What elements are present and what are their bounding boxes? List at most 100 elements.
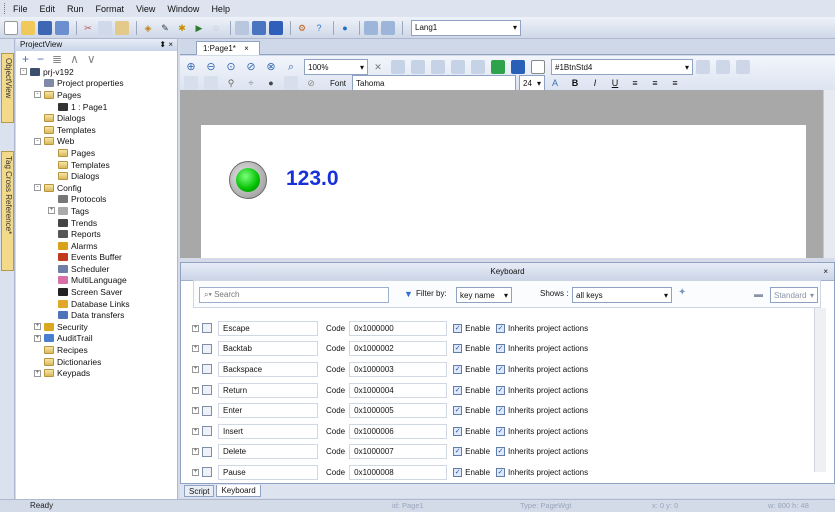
- ungroup-icon[interactable]: [411, 60, 425, 74]
- paste-icon[interactable]: [115, 20, 129, 35]
- window-icon[interactable]: [269, 20, 283, 35]
- key-name[interactable]: Enter: [218, 403, 318, 419]
- tree-node[interactable]: Recipes: [16, 344, 177, 356]
- expand-icon[interactable]: +: [48, 207, 55, 215]
- tree-node[interactable]: Alarms: [16, 240, 177, 252]
- tree-node[interactable]: Trends: [16, 217, 177, 229]
- key-code[interactable]: 0x1000004: [349, 382, 448, 398]
- enable-checkbox[interactable]: ✓: [453, 385, 463, 395]
- key-name[interactable]: Delete: [218, 444, 318, 460]
- move-down-icon[interactable]: ∨: [87, 52, 96, 66]
- inherits-checkbox[interactable]: ✓: [496, 467, 506, 477]
- zoom-reset-icon[interactable]: ⌕: [284, 60, 298, 74]
- italic-icon[interactable]: I: [588, 76, 602, 90]
- key-code[interactable]: 0x1000000: [349, 320, 448, 336]
- disable-icon[interactable]: ⊘: [304, 76, 318, 90]
- enable-checkbox[interactable]: ✓: [453, 447, 463, 457]
- key-name[interactable]: Backspace: [218, 361, 318, 377]
- tree-node[interactable]: Templates: [16, 159, 177, 171]
- tree-node[interactable]: Project properties: [16, 78, 177, 90]
- key-row[interactable]: + Insert Code 0x1000006 ✓ Enable ✓ Inherits pro…: [190, 421, 815, 442]
- enable-checkbox[interactable]: ✓: [453, 323, 463, 333]
- tree-node[interactable]: + Tags: [16, 205, 177, 217]
- send-back-icon[interactable]: [451, 60, 465, 74]
- tools-icon[interactable]: ⚙: [295, 21, 309, 35]
- key-code[interactable]: 0x1000002: [349, 341, 448, 357]
- expand-icon[interactable]: +: [192, 365, 199, 373]
- underline-icon[interactable]: U: [608, 76, 622, 90]
- collapse-icon[interactable]: -: [34, 91, 41, 99]
- tab-script[interactable]: Script: [184, 485, 215, 497]
- font-select[interactable]: Tahoma: [352, 75, 517, 91]
- key-row[interactable]: + Escape Code 0x1000000 ✓ Enable ✓ Inherits pro…: [190, 318, 815, 339]
- numeric-field[interactable]: 123.0: [286, 167, 339, 191]
- group-icon[interactable]: [391, 60, 405, 74]
- font-color-icon[interactable]: A: [548, 76, 562, 90]
- copy-icon[interactable]: [98, 20, 112, 35]
- bring-front-icon[interactable]: [431, 60, 445, 74]
- tree-node[interactable]: - Web: [16, 136, 177, 148]
- tree-node[interactable]: - Config: [16, 182, 177, 194]
- menu-run[interactable]: Run: [67, 4, 84, 14]
- key-name[interactable]: Backtab: [218, 341, 318, 357]
- tree-node[interactable]: + AuditTrail: [16, 333, 177, 345]
- play-icon[interactable]: ▶: [192, 21, 206, 35]
- inherits-checkbox[interactable]: ✓: [496, 385, 506, 395]
- zoom-out-icon[interactable]: ⊖: [204, 60, 218, 74]
- enable-checkbox[interactable]: ✓: [453, 406, 463, 416]
- align-left-icon[interactable]: ≡: [628, 76, 642, 90]
- expand-icon[interactable]: +: [192, 386, 199, 394]
- language-select[interactable]: Lang1 ▾: [411, 19, 521, 36]
- tree-node[interactable]: Dialogs: [16, 170, 177, 182]
- new-file-icon[interactable]: [4, 20, 18, 35]
- expand-icon[interactable]: +: [192, 427, 199, 435]
- style-icon[interactable]: [531, 60, 545, 74]
- tree-node[interactable]: Events Buffer: [16, 252, 177, 264]
- enable-checkbox[interactable]: ✓: [453, 344, 463, 354]
- collapse-icon[interactable]: -: [20, 68, 27, 76]
- align-center-icon[interactable]: ≡: [648, 76, 662, 90]
- expand-icon[interactable]: +: [34, 369, 41, 377]
- tree-node[interactable]: + Keypads: [16, 367, 177, 379]
- expand-icon[interactable]: +: [192, 407, 199, 415]
- save-all-icon[interactable]: [55, 20, 69, 35]
- enable-checkbox[interactable]: ✓: [453, 467, 463, 477]
- clear-filter-icon[interactable]: ✦: [678, 287, 686, 298]
- order-icon[interactable]: [471, 60, 485, 74]
- layout-grid-icon[interactable]: [184, 76, 198, 90]
- zoom-custom-icon[interactable]: ⊗: [264, 60, 278, 74]
- grid-icon[interactable]: [235, 20, 249, 35]
- tab-objectview[interactable]: ObjectView: [1, 53, 14, 123]
- align-icon[interactable]: [696, 60, 710, 74]
- info-icon[interactable]: ●: [264, 76, 278, 90]
- key-row[interactable]: + Backspace Code 0x1000003 ✓ Enable ✓ Inherits …: [190, 359, 815, 380]
- globe-icon[interactable]: ●: [338, 21, 352, 35]
- delete-icon[interactable]: ✕: [371, 60, 385, 74]
- edit-icon[interactable]: ✎: [158, 21, 172, 35]
- zoom-fit-icon[interactable]: ⊙: [224, 60, 238, 74]
- tab-page1[interactable]: 1:Page1* ×: [196, 41, 260, 55]
- tree-node[interactable]: Protocols: [16, 194, 177, 206]
- standard-select[interactable]: Standard ▾: [770, 287, 818, 303]
- close-icon[interactable]: ×: [823, 263, 828, 281]
- page-surface[interactable]: 123.0: [201, 125, 806, 258]
- pin-close-icon[interactable]: ⬍ ×: [159, 40, 173, 50]
- menu-edit[interactable]: Edit: [40, 4, 56, 14]
- remove-icon[interactable]: −: [37, 52, 44, 66]
- expand-icon[interactable]: +: [192, 448, 199, 456]
- led-indicator[interactable]: [229, 161, 267, 199]
- search-input[interactable]: ⌕▾ Search: [199, 287, 389, 303]
- tree-node[interactable]: Dialogs: [16, 112, 177, 124]
- menu-help[interactable]: Help: [211, 4, 230, 14]
- tree-node[interactable]: Reports: [16, 228, 177, 240]
- tree-node[interactable]: Dictionaries: [16, 356, 177, 368]
- snap-icon[interactable]: [204, 76, 218, 90]
- image-icon[interactable]: [284, 76, 298, 90]
- add-icon[interactable]: +: [22, 52, 29, 66]
- expand-icon[interactable]: +: [192, 468, 199, 476]
- key-row[interactable]: + Backtab Code 0x1000002 ✓ Enable ✓ Inherits pr…: [190, 339, 815, 360]
- inherits-checkbox[interactable]: ✓: [496, 344, 506, 354]
- key-row[interactable]: + Enter Code 0x1000005 ✓ Enable ✓ Inherits proj…: [190, 400, 815, 421]
- distribute-icon[interactable]: [716, 60, 730, 74]
- tree-node[interactable]: Templates: [16, 124, 177, 136]
